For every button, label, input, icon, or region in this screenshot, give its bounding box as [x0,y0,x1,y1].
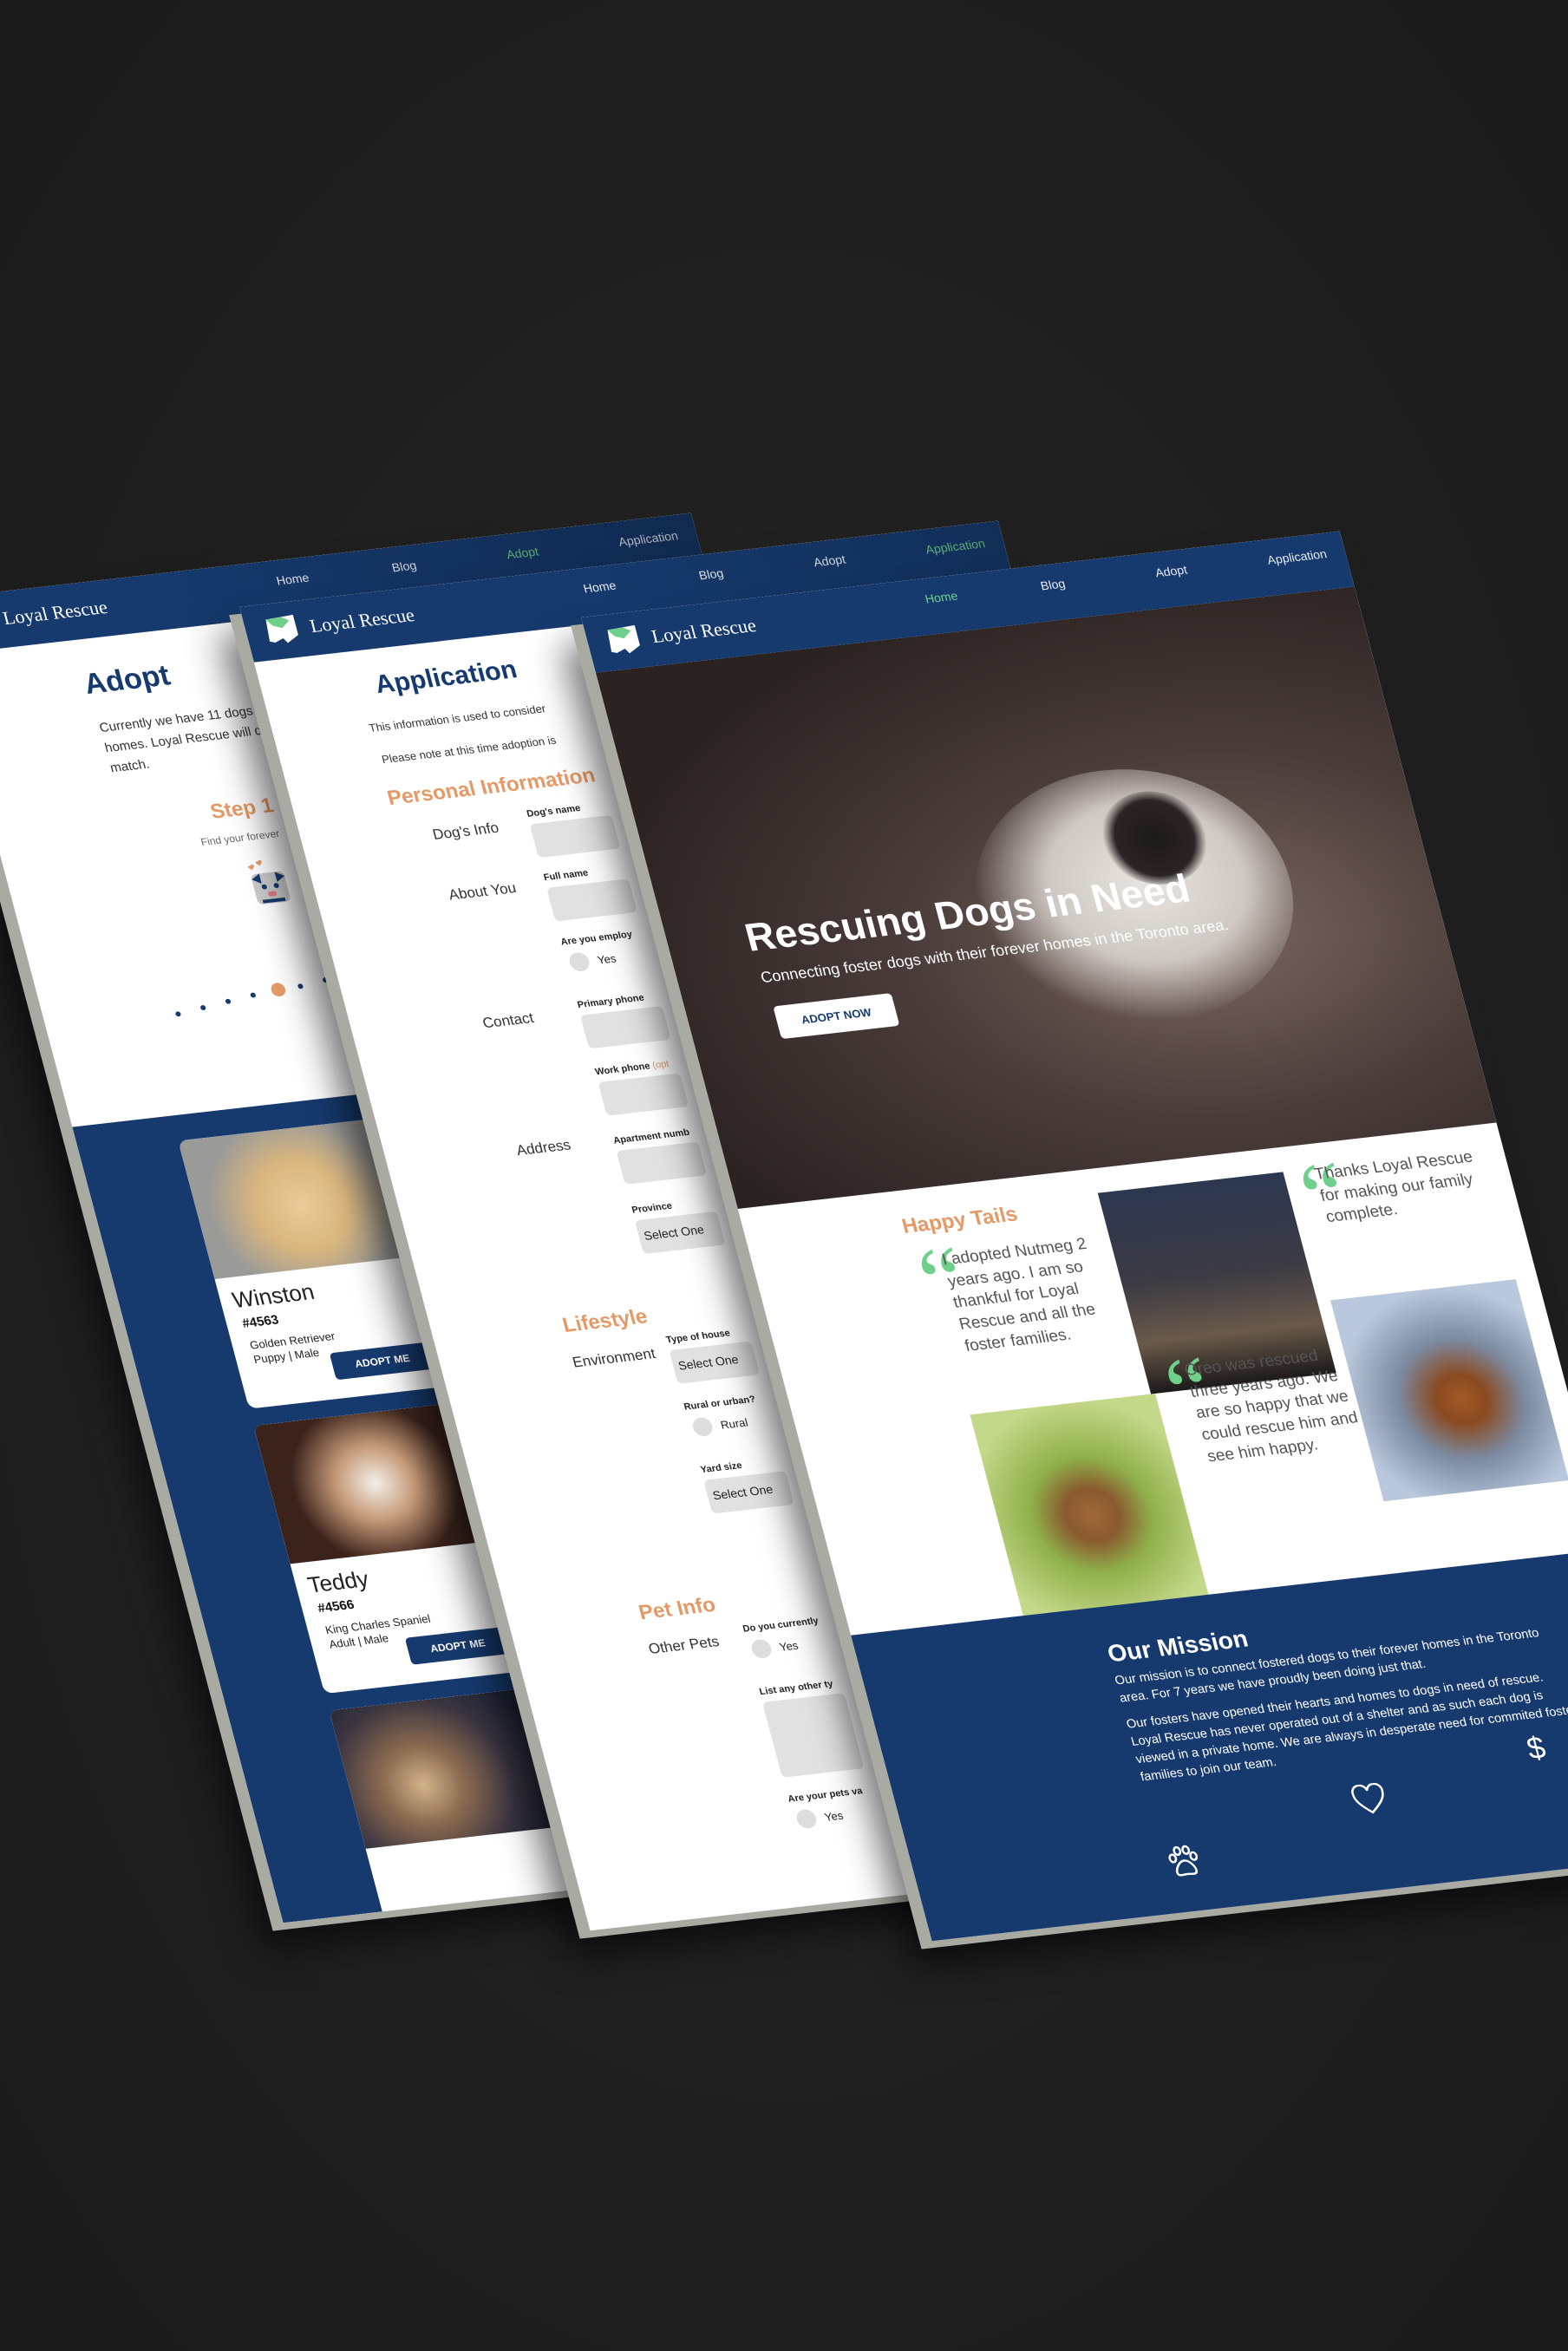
radio-circle[interactable] [567,951,591,973]
adopt-now-button[interactable]: ADOPT NOW [773,993,900,1040]
section-personal-information: Personal Information [384,763,598,810]
field-label: Primary phone [576,992,646,1010]
carousel-dot[interactable] [174,1011,182,1017]
group-environment: Environment [571,1345,657,1371]
carousel-dot[interactable] [199,1004,206,1011]
field-label: Are you employ [559,929,634,948]
logo[interactable]: Loyal Rescue [0,592,111,639]
logo-icon [265,614,298,643]
work-phone-label: Work phone [593,1061,651,1078]
logo[interactable]: Loyal Rescue [261,600,418,647]
radio-circle[interactable] [749,1638,774,1660]
intro-text: Please note at this time adoption is [380,733,558,767]
testimonial-quote: I adopted Nutmeg 2 years ago. I am so th… [939,1235,1098,1355]
section-lifestyle: Lifestyle [559,1304,650,1337]
step-text: Find your forever [199,827,281,848]
photo-dog-on-beach [1330,1279,1568,1502]
photo-dog-in-grass [970,1393,1209,1616]
nav-application[interactable]: Application [617,528,679,548]
field-label: Type of house [664,1328,732,1346]
vaccinated-radio-yes[interactable]: Yes [794,1806,846,1830]
nav-home[interactable]: Home [582,578,617,596]
page-title: Application [371,655,520,700]
radio-circle[interactable] [794,1808,819,1830]
dogs-name-input[interactable] [529,814,621,859]
rural-radio[interactable]: Rural [690,1413,749,1438]
carousel-dot[interactable] [250,992,257,998]
logo-text: Loyal Rescue [307,604,417,637]
group-dogs-info: Dog's Info [430,819,501,843]
apartment-number-input[interactable] [616,1141,708,1185]
group-address: Address [514,1136,573,1159]
field-label: Full name [542,867,590,884]
carousel-dot-active[interactable] [269,982,287,997]
full-name-input[interactable] [546,878,637,922]
nav-adopt[interactable]: Adopt [505,545,539,562]
section-pet-info: Pet Info [636,1593,718,1625]
carousel-dot[interactable] [297,983,304,989]
logo-text: Loyal Rescue [0,596,110,630]
house-type-select[interactable]: Select One [669,1341,761,1384]
carousel-dot[interactable] [225,998,232,1004]
work-phone-input[interactable] [598,1073,689,1116]
primary-phone-input[interactable] [580,1006,671,1049]
radio-circle[interactable] [690,1416,715,1438]
nav-home[interactable]: Home [275,571,310,588]
nav-blog[interactable]: Blog [390,558,418,575]
logo-icon [607,624,640,654]
radio-label: Yes [777,1638,800,1654]
employed-radio-yes[interactable]: Yes [567,949,618,973]
step-title: Step 1 [207,793,277,824]
field-label: Are your pets va [787,1786,864,1805]
intro-text: This information is used to consider [367,702,547,735]
province-select[interactable]: Select One [634,1211,726,1255]
testimonial-quote: Oreo was rescued three years ago. We are… [1182,1347,1361,1466]
field-label: Do you currently [742,1616,820,1635]
nav-home[interactable]: Home [924,589,959,606]
group-about-you: About You [447,879,519,904]
other-pets-textarea[interactable] [761,1693,865,1778]
carousel-dot[interactable] [322,976,329,983]
radio-label: Yes [822,1808,845,1824]
nav-adopt[interactable]: Adopt [1153,563,1188,580]
group-other-pets: Other Pets [646,1633,722,1657]
page-title: Adopt [80,659,174,701]
field-label: Province [630,1200,674,1216]
field-label: Rural or urban? [683,1394,757,1413]
logo[interactable]: Loyal Rescue [603,611,760,657]
nav-application[interactable]: Application [1265,546,1328,566]
current-pets-radio-yes[interactable]: Yes [749,1636,800,1660]
group-contact: Contact [480,1009,536,1032]
hero-section: Rescuing Dogs in Need Connecting foster … [595,586,1497,1209]
yard-size-select[interactable]: Select One [703,1471,794,1514]
logo-text: Loyal Rescue [649,614,759,648]
nav-adopt[interactable]: Adopt [812,552,846,570]
radio-label: Yes [596,951,617,967]
pug-heart-icon [248,859,291,904]
nav-blog[interactable]: Blog [697,566,725,583]
testimonial-quote: Thanks Loyal Rescue for making our famil… [1312,1147,1475,1227]
radio-label: Rural [719,1415,749,1432]
field-label: Dog's name [526,803,582,820]
field-label: Yard size [699,1460,743,1476]
nav-blog[interactable]: Blog [1039,577,1067,593]
nav-application[interactable]: Application [924,536,986,556]
optional-note: (opt [650,1059,670,1071]
